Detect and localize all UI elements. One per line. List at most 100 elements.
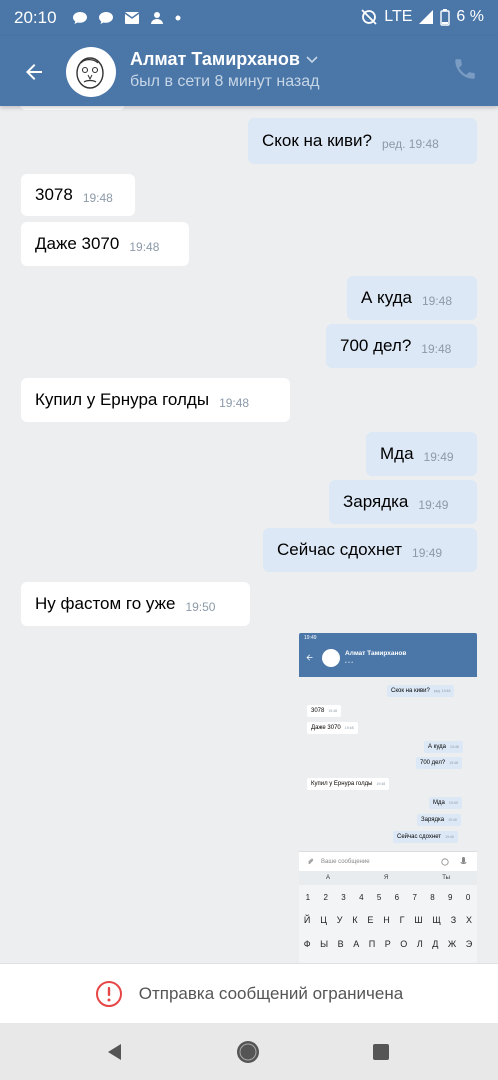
message-incoming[interactable]: Купил у Ернура голды 19:48	[21, 378, 290, 422]
keyboard-suggestion: Я	[383, 875, 389, 881]
keyboard-key: Ш	[414, 915, 423, 925]
message-outgoing[interactable]: 700 дел? 19:48	[326, 324, 477, 368]
message-time: 19:48	[422, 294, 453, 308]
attachment-message-time: 19:48	[450, 745, 459, 749]
attachment-contact-name: Алмат Тамирханов	[345, 650, 407, 657]
keyboard-key: Р	[384, 939, 391, 949]
image-attachment[interactable]: 19:49 Алмат Тамирханов • • • Скок на кив…	[299, 633, 477, 963]
message-text: 3078	[35, 185, 73, 204]
message-text: Мда	[380, 444, 414, 463]
message-outgoing[interactable]: А куда 19:48	[347, 276, 477, 320]
message-outgoing[interactable]: Зарядка 19:49	[329, 480, 477, 524]
message-incoming[interactable]: Даже 3070 19:48	[21, 222, 189, 266]
attachment-keyboard: А Я Ты 1 2 3 4 5 6 7 8 9 0 Й Ц У К Е Н Г…	[299, 871, 477, 963]
keyboard-key: П	[368, 939, 376, 949]
attachment-message: Зарядка 19:49	[417, 814, 461, 826]
alarm-off-icon	[361, 9, 377, 25]
chat-header: Алмат Тамирханов был в сети 8 минут наза…	[0, 36, 498, 106]
contact-name: Алмат Тамирханов	[130, 49, 300, 69]
message-text: Скок на киви?	[262, 131, 373, 150]
message-text: Зарядка	[343, 492, 409, 511]
message-incoming[interactable]: Ну фастом го уже 19:50	[21, 582, 250, 626]
square-recents-icon	[373, 1044, 389, 1060]
message-outgoing[interactable]: Мда 19:49	[366, 432, 477, 476]
battery-icon	[440, 8, 451, 26]
message-time: 19:49	[418, 498, 449, 512]
keyboard-key: 2	[323, 893, 328, 902]
keyboard-key: Е	[367, 915, 374, 925]
message-time: 19:48	[421, 342, 452, 356]
attachment-status-bar: 19:49	[299, 633, 477, 643]
keyboard-key: О	[400, 939, 408, 949]
message-incoming[interactable]: 3078 19:48	[21, 174, 135, 216]
back-button[interactable]	[16, 54, 52, 90]
nav-home-button[interactable]	[233, 1037, 263, 1067]
keyboard-key: Х	[465, 915, 472, 925]
restriction-text: Отправка сообщений ограничена	[138, 983, 404, 1003]
status-bar: 20:10 LTE 6 %	[0, 0, 498, 36]
navigation-bar	[0, 1023, 498, 1080]
emoji-icon	[441, 858, 449, 866]
message-time: 19:50	[185, 600, 216, 614]
keyboard-key: У	[336, 915, 343, 925]
nav-recents-button[interactable]	[366, 1037, 396, 1067]
message-time: 19:48	[82, 191, 113, 205]
contact-status: был в сети 8 минут назад	[130, 73, 320, 90]
message-outgoing[interactable]: Сейчас сдохнет 19:49	[263, 528, 477, 572]
attachment-message: Мда 19:49	[429, 797, 462, 809]
chevron-down-icon	[306, 55, 318, 63]
status-time: 20:10	[14, 8, 57, 27]
keyboard-key: Щ	[432, 915, 441, 925]
nav-back-button[interactable]	[100, 1037, 130, 1067]
attachment-message-text: Скок на киви?	[391, 688, 430, 694]
keyboard-key: 7	[412, 893, 417, 902]
dot-icon	[175, 15, 181, 21]
arrow-left-icon	[306, 654, 313, 661]
keyboard-suggestion: А	[325, 875, 330, 881]
status-right: LTE 6 %	[360, 8, 484, 26]
keyboard-key: 1	[305, 893, 311, 902]
message-time: 19:49	[423, 450, 454, 464]
message-bubble-icon	[73, 12, 87, 24]
keyboard-suggestion: Ты	[442, 875, 450, 881]
network-type: LTE	[384, 8, 413, 25]
attachment-status-time: 19:49	[304, 635, 317, 641]
keyboard-number-row: 1 2 3 4 5 6 7 8 9 0	[299, 893, 477, 902]
attachment-message-input: Ваше сообщение	[299, 851, 477, 871]
keyboard-letter-row: Й Ц У К Е Н Г Ш Щ З Х	[299, 915, 477, 925]
keyboard-key: 9	[448, 893, 453, 902]
warning-circle-icon	[95, 980, 122, 1007]
message-text: Даже 3070	[35, 234, 120, 253]
phone-icon	[455, 59, 475, 79]
contact-name-row[interactable]: Алмат Тамирханов	[130, 49, 318, 70]
call-button[interactable]	[452, 56, 482, 86]
attachment-message-time: 19:48	[344, 726, 354, 730]
attachment-avatar	[322, 649, 340, 667]
keyboard-key: 3	[341, 893, 346, 902]
attachment-message: А куда 19:48	[424, 741, 463, 753]
attachment-message: Купил у Ернура голды 19:48	[307, 778, 390, 790]
attachment-message-text: 700 дел?	[420, 760, 446, 766]
attachment-message: Скок на киви? ред. 19:48	[387, 685, 455, 697]
keyboard-key: 8	[430, 893, 435, 902]
attachment-message-text: 3078	[311, 708, 325, 714]
keyboard-key: Й	[303, 915, 311, 925]
message-time: ред. 19:48	[382, 137, 439, 151]
attachment-message-text: Сейчас сдохнет	[397, 834, 442, 840]
message-text: А куда	[361, 288, 412, 307]
attachment-message-text: Мда	[433, 800, 445, 806]
attachment-message-time: 19:48	[328, 709, 338, 713]
person-icon	[151, 12, 163, 24]
attachment-message-text: А куда	[428, 744, 446, 750]
mail-icon	[124, 12, 140, 24]
avatar[interactable]	[66, 47, 116, 97]
keyboard-key: Ж	[447, 939, 457, 949]
attachment-message-time: ред. 19:48	[433, 689, 451, 693]
keyboard-key: В	[337, 939, 344, 949]
keyboard-key: Л	[416, 939, 423, 949]
message-outgoing[interactable]: Скок на киви? ред. 19:48	[248, 118, 477, 164]
attachment-message-time: 19:49	[448, 801, 458, 805]
keyboard-key: Н	[383, 915, 390, 925]
circle-home-icon	[237, 1041, 259, 1063]
signal-icon	[419, 10, 434, 24]
